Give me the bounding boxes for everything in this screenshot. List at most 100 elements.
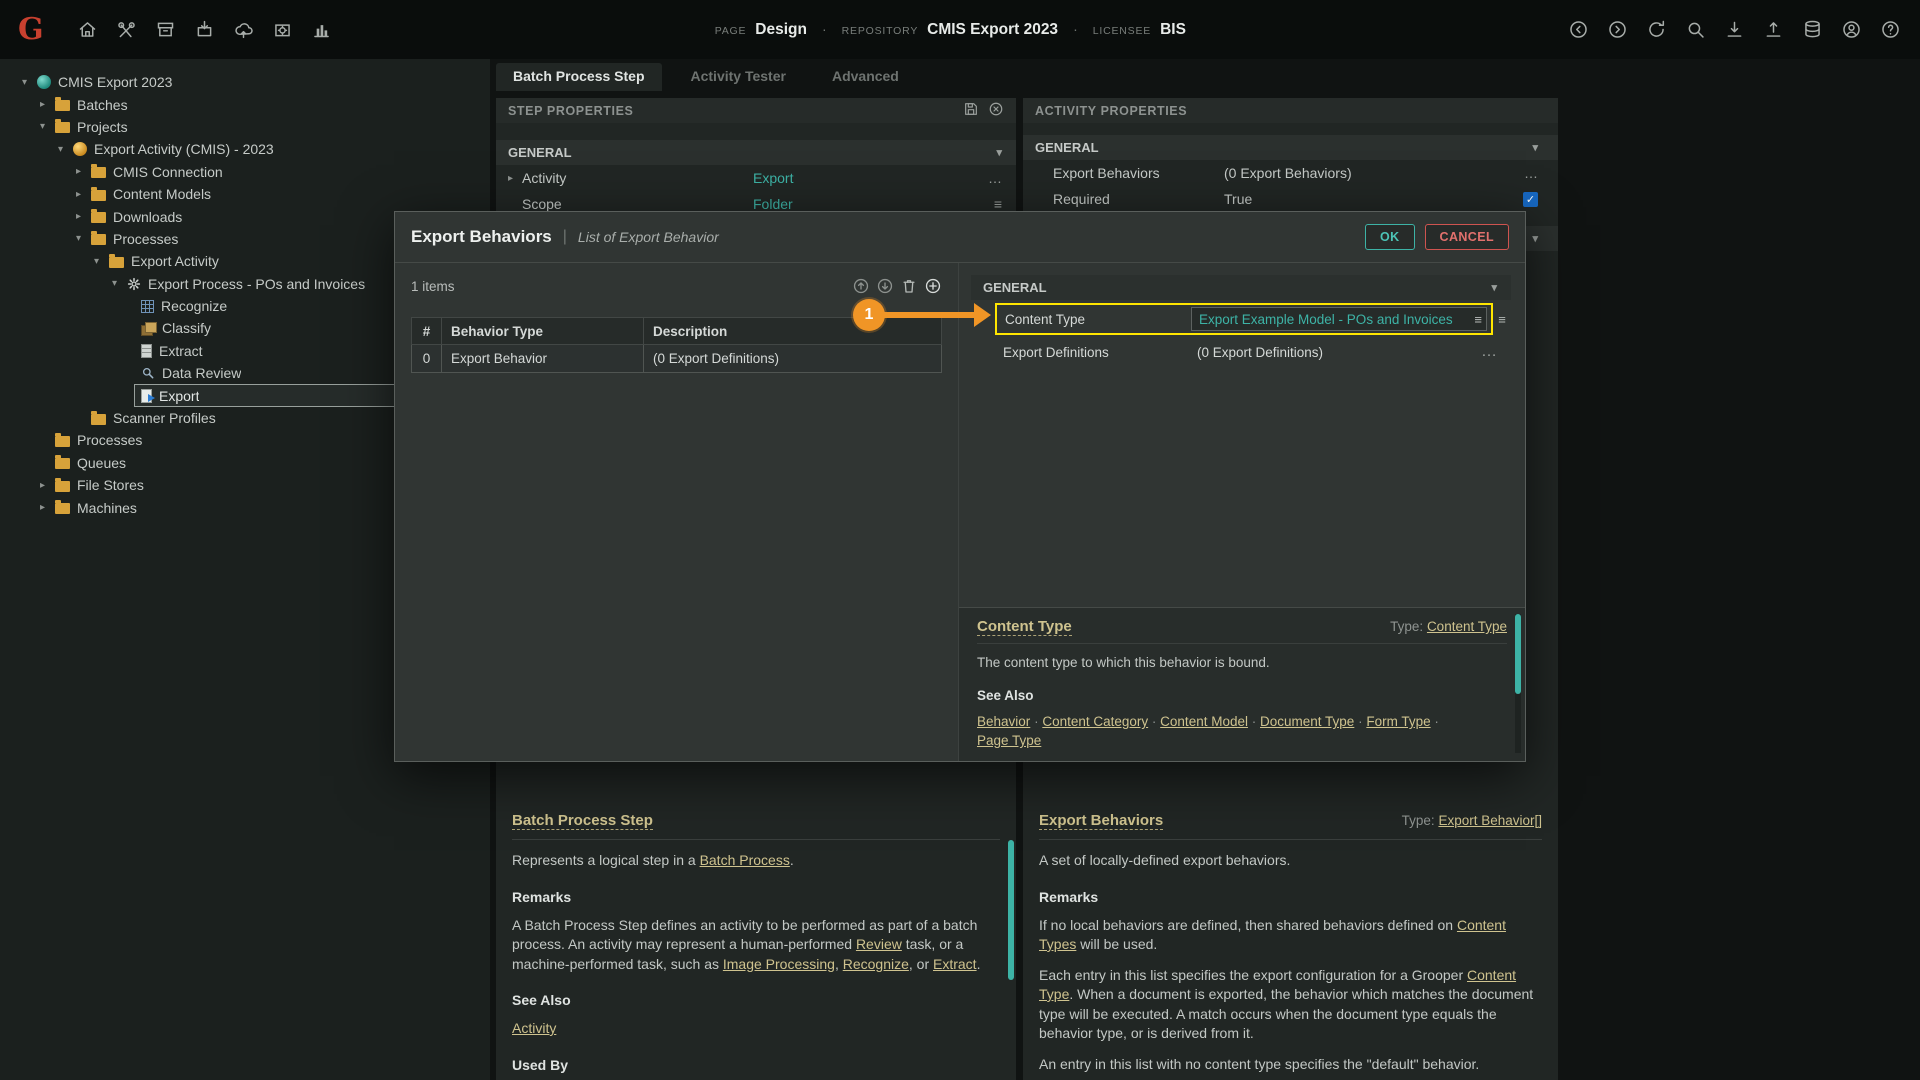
property-value[interactable]: Export [753, 170, 988, 186]
tab-activity-tester[interactable]: Activity Tester [674, 63, 803, 91]
batches-box-icon[interactable] [155, 19, 177, 41]
recognize-link[interactable]: Recognize [843, 956, 909, 972]
move-up-icon[interactable] [852, 277, 870, 295]
row-behavior-type[interactable]: Export Behavior [442, 345, 644, 373]
stats-icon[interactable] [311, 19, 333, 41]
upload-icon[interactable] [1763, 19, 1785, 41]
section-general[interactable]: GENERAL ▾ [1023, 135, 1558, 160]
section-general[interactable]: GENERAL ▾ [496, 140, 1016, 165]
user-icon[interactable] [1841, 19, 1863, 41]
help-title-link[interactable]: Export Behaviors [1039, 812, 1163, 830]
dropdown-menu-icon[interactable]: ≡ [1474, 312, 1482, 327]
save-icon[interactable] [963, 101, 979, 120]
grooper-logo[interactable]: G [18, 15, 44, 45]
content-category-link[interactable]: Content Category [1042, 714, 1148, 729]
move-down-icon[interactable] [876, 277, 894, 295]
ellipsis-icon[interactable]: … [1481, 343, 1497, 361]
licensee-value[interactable]: BIS [1160, 21, 1186, 39]
content-type-dropdown[interactable]: Export Example Model - POs and Invoices … [1191, 307, 1487, 331]
home-icon[interactable] [77, 19, 99, 41]
help-title-link[interactable]: Content Type [977, 618, 1072, 636]
content-model-link[interactable]: Content Model [1160, 714, 1248, 729]
expander-collapsed-icon[interactable]: ▸ [76, 166, 91, 177]
cancel-button[interactable]: CANCEL [1425, 224, 1509, 250]
expander-expanded-icon[interactable]: ▾ [22, 77, 37, 88]
cloud-upload-icon[interactable] [233, 19, 255, 41]
database-icon[interactable] [1802, 19, 1824, 41]
type-link[interactable]: Content Type [1427, 619, 1507, 634]
expander-collapsed-icon[interactable]: ▸ [76, 211, 91, 222]
tree-item-batches[interactable]: ▸Batches [0, 93, 490, 115]
column-description[interactable]: Description [644, 318, 942, 345]
expander-expanded-icon[interactable]: ▾ [40, 121, 55, 132]
expander-expanded-icon[interactable]: ▾ [58, 144, 73, 155]
row-menu-icon[interactable]: ≡ [994, 196, 1002, 212]
behavior-properties-pane: GENERAL ▾ Content Type Export Example Mo… [959, 263, 1525, 761]
property-row-activity[interactable]: ▸ Activity Export … [496, 165, 1016, 191]
close-circle-icon[interactable] [988, 101, 1004, 120]
expander-collapsed-icon[interactable]: ▸ [40, 502, 55, 513]
tree-item-export-activity-cmis-2023[interactable]: ▾Export Activity (CMIS) - 2023 [0, 138, 490, 160]
required-checkbox-checked[interactable]: ✓ [1523, 192, 1538, 207]
behavior-row-0[interactable]: 0 Export Behavior (0 Export Definitions) [412, 345, 942, 373]
column-behavior-type[interactable]: Behavior Type [442, 318, 644, 345]
add-icon[interactable] [924, 277, 942, 295]
expander-collapsed-icon[interactable]: ▸ [76, 189, 91, 200]
row-description[interactable]: (0 Export Definitions) [644, 345, 942, 373]
form-type-link[interactable]: Form Type [1366, 714, 1430, 729]
ellipsis-icon[interactable]: … [988, 170, 1002, 186]
text: will be used. [1076, 936, 1157, 952]
property-value[interactable]: (0 Export Behaviors) [1224, 165, 1524, 181]
expander-collapsed-icon[interactable]: ▸ [508, 173, 522, 184]
tab-advanced[interactable]: Advanced [815, 63, 916, 91]
expander-expanded-icon[interactable]: ▾ [76, 233, 91, 244]
help-scrollbar-thumb[interactable] [1515, 614, 1521, 694]
tree-item-cmis-connection[interactable]: ▸CMIS Connection [0, 161, 490, 183]
ok-button[interactable]: OK [1365, 224, 1415, 250]
left-panel-scrollbar[interactable] [1008, 840, 1014, 980]
type-link[interactable]: Export Behavior[] [1438, 813, 1542, 828]
ellipsis-icon[interactable]: … [1524, 165, 1538, 181]
download-icon[interactable] [1724, 19, 1746, 41]
document-type-link[interactable]: Document Type [1260, 714, 1354, 729]
content-type-row-highlighted[interactable]: Content Type Export Example Model - POs … [995, 303, 1493, 335]
image-processing-link[interactable]: Image Processing [723, 956, 835, 972]
repository-value[interactable]: CMIS Export 2023 [927, 21, 1058, 39]
folder-icon [91, 234, 106, 245]
search-icon[interactable] [1685, 19, 1707, 41]
page-type-link[interactable]: Page Type [977, 733, 1041, 748]
expander-expanded-icon[interactable]: ▾ [94, 256, 109, 267]
page-value[interactable]: Design [755, 21, 807, 39]
nav-back-icon[interactable] [1568, 19, 1590, 41]
refresh-icon[interactable] [1646, 19, 1668, 41]
remarks-paragraph: A Batch Process Step defines an activity… [512, 916, 1000, 975]
property-value[interactable]: Folder [753, 196, 994, 212]
help-title-link[interactable]: Batch Process Step [512, 812, 653, 830]
row-menu-icon[interactable]: ≡ [1493, 312, 1511, 327]
nav-forward-icon[interactable] [1607, 19, 1629, 41]
batch-process-link[interactable]: Batch Process [700, 852, 790, 868]
export-definitions-row[interactable]: Export Definitions (0 Export Definitions… [995, 338, 1511, 366]
box-gear-icon[interactable] [272, 19, 294, 41]
tree-item-cmis-export-2023[interactable]: ▾CMIS Export 2023 [0, 71, 490, 93]
tools-icon[interactable] [116, 19, 138, 41]
help-icon[interactable] [1880, 19, 1902, 41]
box-export-icon[interactable] [194, 19, 216, 41]
review-link[interactable]: Review [856, 936, 902, 952]
property-value[interactable]: (0 Export Definitions) [1197, 345, 1481, 360]
delete-icon[interactable] [900, 277, 918, 295]
expander-expanded-icon[interactable]: ▾ [112, 278, 127, 289]
property-row-required[interactable]: Required True ✓ [1023, 186, 1558, 212]
expander-collapsed-icon[interactable]: ▸ [40, 99, 55, 110]
behavior-link[interactable]: Behavior [977, 714, 1030, 729]
property-value[interactable]: True [1224, 191, 1523, 207]
extract-link[interactable]: Extract [933, 956, 977, 972]
tree-item-projects[interactable]: ▾Projects [0, 116, 490, 138]
tree-item-label: Downloads [113, 209, 182, 225]
expander-collapsed-icon[interactable]: ▸ [40, 480, 55, 491]
property-row-export-behaviors[interactable]: Export Behaviors (0 Export Behaviors) … [1023, 160, 1558, 186]
tree-item-content-models[interactable]: ▸Content Models [0, 183, 490, 205]
tab-batch-process-step[interactable]: Batch Process Step [496, 63, 662, 91]
section-general[interactable]: GENERAL ▾ [971, 275, 1511, 300]
activity-link[interactable]: Activity [512, 1020, 556, 1036]
